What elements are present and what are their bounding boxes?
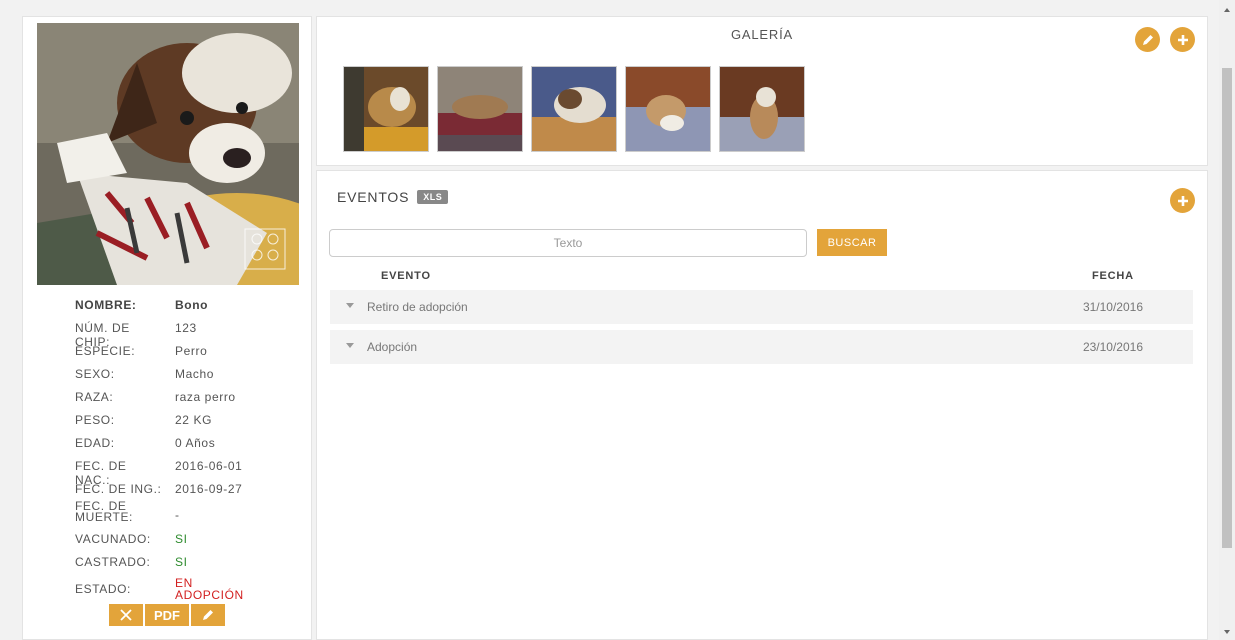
add-event-button[interactable] xyxy=(1170,188,1195,213)
caret-down-icon xyxy=(346,343,354,348)
attr-value: 2016-09-27 xyxy=(175,482,243,496)
attr-label: ESTADO: xyxy=(75,582,131,596)
pencil-icon xyxy=(1142,34,1153,45)
attr-value: SI xyxy=(175,532,188,546)
page-scrollbar[interactable] xyxy=(1219,0,1235,640)
attr-value: raza perro xyxy=(175,390,236,404)
scroll-up-icon[interactable] xyxy=(1224,8,1230,12)
scroll-down-icon[interactable] xyxy=(1224,630,1230,634)
attr-value: Perro xyxy=(175,344,208,358)
events-heading: EVENTOS xyxy=(337,189,410,205)
pdf-button[interactable]: PDF xyxy=(145,604,189,626)
attr-label: FEC. DE ING.: xyxy=(75,482,162,496)
gallery-thumbnail[interactable] xyxy=(625,66,711,152)
attr-value: 0 Años xyxy=(175,436,216,450)
plus-icon xyxy=(1177,34,1188,45)
profile-actions: PDF xyxy=(109,604,225,626)
close-icon xyxy=(120,609,132,621)
events-panel: EVENTOS XLS BUSCAR EVENTO FECHA Retiro d… xyxy=(316,170,1208,640)
search-button[interactable]: BUSCAR xyxy=(817,229,887,256)
attr-value: SI xyxy=(175,555,188,569)
plus-icon xyxy=(1177,195,1188,206)
event-row[interactable]: Retiro de adopción 31/10/2016 xyxy=(330,290,1193,324)
attr-label: VACUNADO: xyxy=(75,532,151,546)
attr-label: FEC. DE MUERTE: xyxy=(75,499,133,524)
attr-label: EDAD: xyxy=(75,436,115,450)
attr-value: Macho xyxy=(175,367,215,381)
event-date: 31/10/2016 xyxy=(1082,300,1143,314)
attr-label: CASTRADO: xyxy=(75,555,151,569)
attr-value: 2016-06-01 xyxy=(175,459,243,473)
search-input[interactable] xyxy=(329,229,807,257)
event-row[interactable]: Adopción 23/10/2016 xyxy=(330,330,1193,364)
gallery-thumbnail[interactable] xyxy=(343,66,429,152)
attr-label: RAZA: xyxy=(75,390,114,404)
attr-value: Bono xyxy=(175,298,209,312)
gallery-thumbnails xyxy=(343,66,805,152)
attr-label: NOMBRE: xyxy=(75,298,137,312)
pet-profile-panel: NOMBRE: Bono NÚM. DE CHIP: 123 ESPECIE: … xyxy=(22,16,312,640)
profile-photo xyxy=(37,23,299,285)
event-name: Retiro de adopción xyxy=(367,300,468,314)
edit-button[interactable] xyxy=(191,604,225,626)
gallery-thumbnail[interactable] xyxy=(531,66,617,152)
delete-button[interactable] xyxy=(109,604,143,626)
events-title: EVENTOS XLS xyxy=(337,189,449,205)
caret-down-icon xyxy=(346,303,354,308)
scrollbar-thumb[interactable] xyxy=(1222,68,1232,548)
gallery-title: GALERÍA xyxy=(731,27,793,42)
pencil-icon xyxy=(203,610,213,620)
attr-label: PESO: xyxy=(75,413,115,427)
status-badge: EN ADOPCIÓN xyxy=(175,576,244,602)
column-header-date: FECHA xyxy=(1092,270,1134,282)
gallery-panel: GALERÍA xyxy=(316,16,1208,166)
edit-gallery-button[interactable] xyxy=(1135,27,1160,52)
attr-value: - xyxy=(175,508,180,522)
gallery-thumbnail[interactable] xyxy=(719,66,805,152)
event-name: Adopción xyxy=(367,340,418,354)
attr-label: SEXO: xyxy=(75,367,115,381)
add-photo-button[interactable] xyxy=(1170,27,1195,52)
attr-value: 22 KG xyxy=(175,413,213,427)
attr-label: ESPECIE: xyxy=(75,344,136,358)
export-xls-button[interactable]: XLS xyxy=(417,190,449,204)
column-header-event: EVENTO xyxy=(381,270,431,282)
gallery-thumbnail[interactable] xyxy=(437,66,523,152)
event-date: 23/10/2016 xyxy=(1082,340,1143,354)
attr-value: 123 xyxy=(175,321,197,335)
